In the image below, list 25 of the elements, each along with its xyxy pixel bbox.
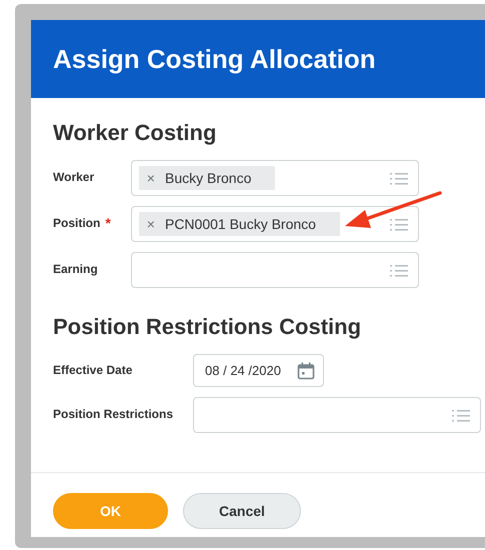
section-heading: Worker Costing — [53, 120, 218, 146]
date-value: 08 / 24 /2020 — [205, 363, 281, 378]
field-label: Earning — [53, 262, 98, 276]
item-label: PCN0001 Bucky Bronco — [164, 216, 316, 232]
date-field[interactable]: 08 / 24 /2020 — [193, 354, 324, 387]
cancel-button[interactable]: Cancel — [183, 493, 301, 529]
required-icon: * — [105, 216, 111, 230]
select-field[interactable]: × PCN0001 Bucky Bronco — [130, 206, 419, 242]
calendar-icon[interactable] — [297, 362, 316, 380]
remove-icon[interactable]: × — [146, 170, 155, 186]
field-label: Position Restrictions — [53, 407, 174, 421]
list-icon[interactable] — [390, 218, 408, 232]
section-heading: Position Restrictions Costing — [53, 314, 362, 340]
dialog-title: Assign Costing Allocation — [53, 44, 376, 74]
select-field[interactable]: × Bucky Bronco — [130, 160, 419, 196]
item-label: Bucky Bronco — [164, 170, 252, 186]
list-icon[interactable] — [390, 264, 408, 278]
field-label: Worker — [53, 170, 94, 184]
select-field[interactable] — [193, 397, 482, 433]
list-icon[interactable] — [452, 409, 470, 423]
field-label: Effective Date — [53, 363, 132, 377]
remove-icon[interactable]: × — [146, 216, 155, 232]
list-icon[interactable] — [390, 172, 408, 186]
field-label: Position — [53, 216, 100, 230]
select-field[interactable] — [130, 252, 419, 288]
